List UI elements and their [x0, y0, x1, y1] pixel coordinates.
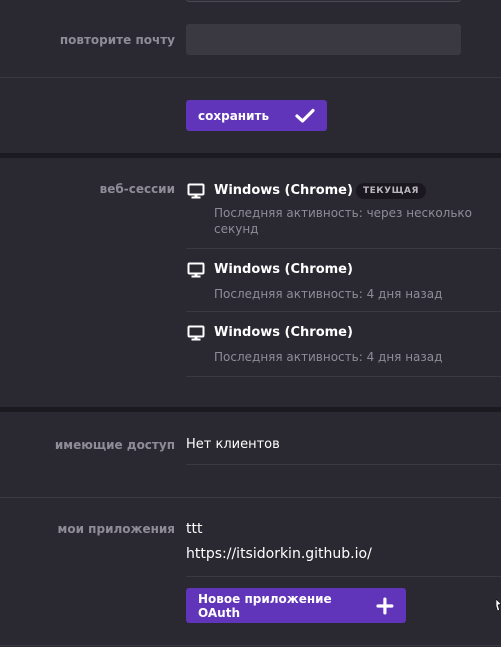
- new-oauth-app-button[interactable]: Новое приложение OAuth: [186, 588, 406, 623]
- divider: [186, 576, 501, 577]
- divider: [186, 464, 501, 465]
- app-url[interactable]: https://itsidorkin.github.io/: [186, 546, 372, 562]
- my-apps-label: мои приложения: [57, 522, 175, 536]
- divider: [186, 248, 501, 249]
- app-name[interactable]: ttt: [186, 521, 202, 537]
- monitor-icon: [187, 183, 205, 199]
- new-oauth-app-button-label: Новое приложение OAuth: [198, 591, 332, 620]
- save-button-label: сохранить: [198, 108, 270, 123]
- email-input[interactable]: [186, 0, 461, 2]
- save-button[interactable]: сохранить: [186, 100, 327, 131]
- session-activity: Последняя активность: 4 дня назад: [214, 350, 443, 364]
- session-title: Windows (Chrome): [214, 183, 353, 198]
- divider: [0, 645, 501, 646]
- monitor-icon: [187, 262, 205, 278]
- check-icon: [295, 108, 315, 123]
- repeat-email-input[interactable]: [186, 24, 461, 55]
- session-activity: Последняя активность: через несколько се…: [214, 206, 472, 236]
- divider: [186, 376, 501, 377]
- section-separator: [0, 407, 501, 412]
- divider: [0, 497, 501, 498]
- access-value: Нет клиентов: [186, 437, 280, 452]
- divider: [186, 311, 501, 312]
- current-session-badge: ТЕКУЩАЯ: [356, 183, 426, 199]
- web-sessions-label: веб-сессии: [99, 182, 175, 196]
- session-title: Windows (Chrome): [214, 262, 353, 277]
- divider: [0, 77, 501, 78]
- access-label: имеющие доступ: [54, 438, 175, 452]
- plus-icon: [376, 596, 394, 615]
- monitor-icon: [187, 325, 205, 341]
- repeat-email-label: повторите почту: [59, 33, 175, 47]
- cursor-icon: [496, 599, 501, 612]
- section-separator: [0, 153, 501, 158]
- session-activity: Последняя активность: 4 дня назад: [214, 287, 443, 301]
- session-title: Windows (Chrome): [214, 325, 353, 340]
